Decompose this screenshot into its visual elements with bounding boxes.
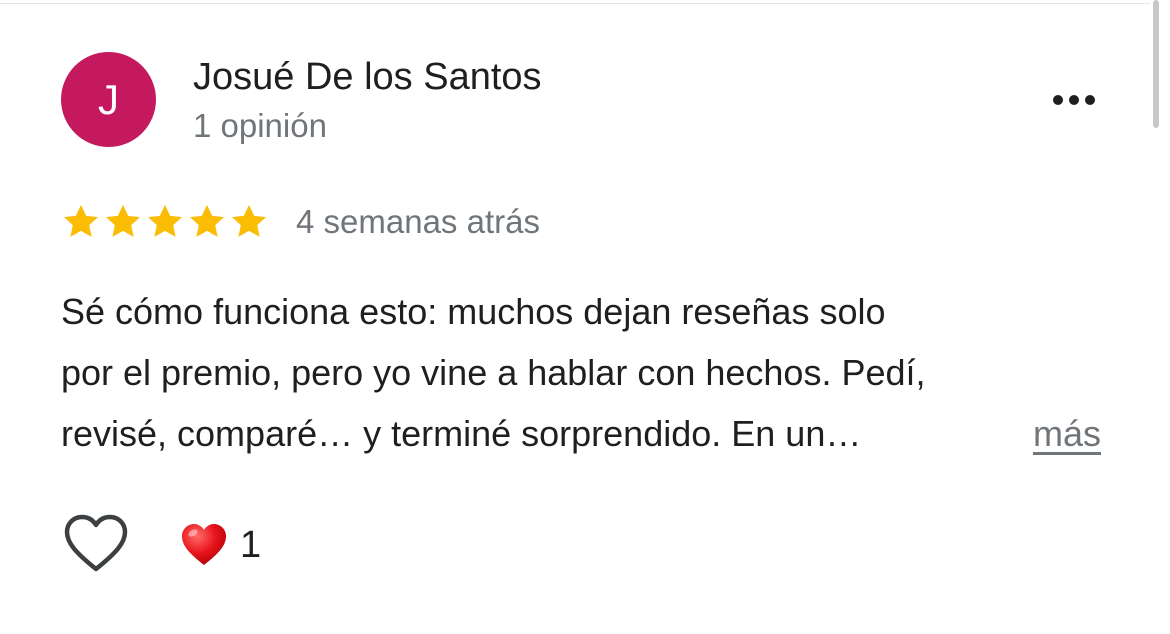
star-icon: [229, 202, 269, 242]
divider: [0, 3, 1150, 4]
author-name[interactable]: Josué De los Santos: [193, 56, 542, 99]
reaction-summary[interactable]: 1: [180, 520, 261, 570]
more-horizontal-icon: [1069, 95, 1079, 105]
star-rating: [61, 202, 269, 242]
heart-outline-icon: [64, 514, 128, 572]
review-text-line: por el premio, pero yo vine a hablar con…: [61, 352, 926, 393]
star-icon: [61, 202, 101, 242]
more-options-button[interactable]: [1042, 82, 1106, 118]
more-horizontal-icon: [1085, 95, 1095, 105]
star-icon: [145, 202, 185, 242]
reaction-count: 1: [240, 523, 262, 566]
rating-row: 4 semanas atrás: [61, 200, 540, 244]
scrollbar[interactable]: [1153, 0, 1159, 128]
star-icon: [103, 202, 143, 242]
review-text-line-last: revisé, comparé… y terminé sorprendido. …: [61, 403, 1101, 464]
avatar-initial: J: [98, 75, 119, 123]
author-review-count: 1 opinión: [193, 107, 327, 144]
read-more-link[interactable]: más: [1033, 403, 1101, 464]
review-text-line: Sé cómo funciona esto: muchos dejan rese…: [61, 291, 886, 332]
more-horizontal-icon: [1053, 95, 1063, 105]
like-button[interactable]: [62, 513, 130, 575]
review-text: Sé cómo funciona esto: muchos dejan rese…: [61, 281, 1111, 464]
star-icon: [187, 202, 227, 242]
avatar[interactable]: J: [61, 52, 156, 147]
review-text-line: revisé, comparé… y terminé sorprendido. …: [61, 413, 862, 454]
red-heart-emoji-icon: [182, 524, 226, 565]
review-card: J Josué De los Santos 1 opinión 4 semana…: [0, 0, 1170, 634]
review-timestamp: 4 semanas atrás: [296, 203, 540, 240]
